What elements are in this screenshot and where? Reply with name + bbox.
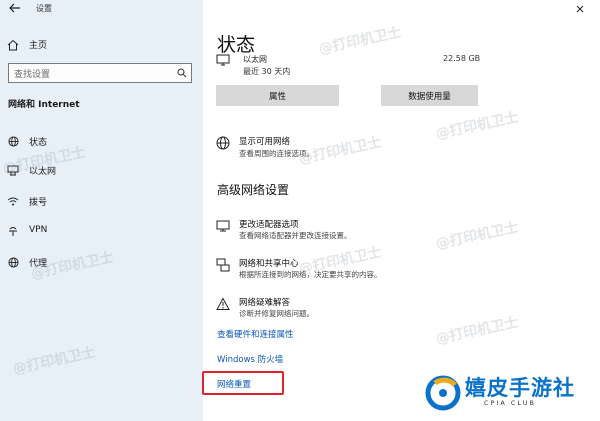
cpia-logo-icon	[424, 374, 462, 412]
ethernet-name: 以太网	[243, 55, 267, 64]
highlight-box	[202, 371, 284, 395]
troubleshoot-desc: 诊断并修复网络问题。	[239, 309, 314, 318]
sidebar-item-status[interactable]: 状态	[0, 130, 203, 152]
globe-icon	[6, 134, 20, 148]
sidebar-item-home-label: 主页	[29, 41, 48, 51]
dialup-icon	[6, 194, 20, 208]
sidebar-item-label: 状态	[29, 138, 48, 148]
watermark-text: @打印机卫士	[317, 24, 403, 58]
logo-subtitle: CPIA CLUB	[484, 399, 536, 407]
sidebar-item-label: 拨号	[29, 198, 48, 208]
data-usage-button[interactable]: 数据使用量	[381, 85, 478, 106]
adapter-icon	[215, 218, 231, 234]
vpn-icon	[6, 224, 20, 238]
globe-icon	[215, 135, 231, 151]
properties-button[interactable]: 属性	[216, 85, 339, 106]
watermark-text: @打印机卫士	[434, 314, 520, 348]
adapter-desc: 查看网络适配器并更改连接设置。	[239, 231, 352, 240]
close-icon[interactable]	[570, 1, 590, 17]
adapter-title: 更改适配器选项	[239, 220, 299, 230]
sidebar-item-dialup[interactable]: 拨号	[0, 190, 203, 212]
back-arrow-icon[interactable]	[8, 2, 22, 14]
monitor-icon	[215, 52, 231, 68]
firewall-link[interactable]: Windows 防火墙	[217, 353, 283, 365]
window-title: 设置	[36, 4, 52, 13]
advanced-heading: 高级网络设置	[217, 183, 290, 197]
show-networks-title: 显示可用网络	[239, 137, 291, 147]
watermark-text: @打印机卫士	[434, 219, 520, 253]
section-title: 网络和 Internet	[8, 100, 80, 110]
adapter-options-item[interactable]: 更改适配器选项 查看网络适配器并更改连接设置。	[215, 216, 435, 244]
proxy-globe-icon	[6, 255, 20, 269]
sidebar-item-vpn[interactable]: VPN	[0, 220, 203, 242]
search-icon[interactable]	[176, 67, 188, 79]
sharing-icon	[215, 257, 231, 273]
logo-title: 嬉皮手游社	[465, 376, 575, 400]
ethernet-usage: 22.58 GB	[443, 54, 481, 63]
ethernet-duration: 最近 30 天内	[243, 67, 291, 76]
hardware-properties-link[interactable]: 查看硬件和连接属性	[217, 328, 294, 340]
main-panel: 状态 以太网 最近 30 天内 22.58 GB 属性 数据使用量 显示可用网络…	[203, 0, 600, 421]
warning-icon	[215, 296, 231, 312]
home-icon	[6, 38, 20, 52]
sharing-title: 网络和共享中心	[239, 259, 299, 269]
troubleshoot-item[interactable]: 网络疑难解答 诊断并修复网络问题。	[215, 294, 435, 322]
watermark-text: @打印机卫士	[434, 109, 520, 143]
troubleshoot-title: 网络疑难解答	[239, 298, 291, 308]
search-placeholder: 查找设置	[14, 70, 51, 80]
sidebar-item-label: VPN	[29, 225, 48, 235]
